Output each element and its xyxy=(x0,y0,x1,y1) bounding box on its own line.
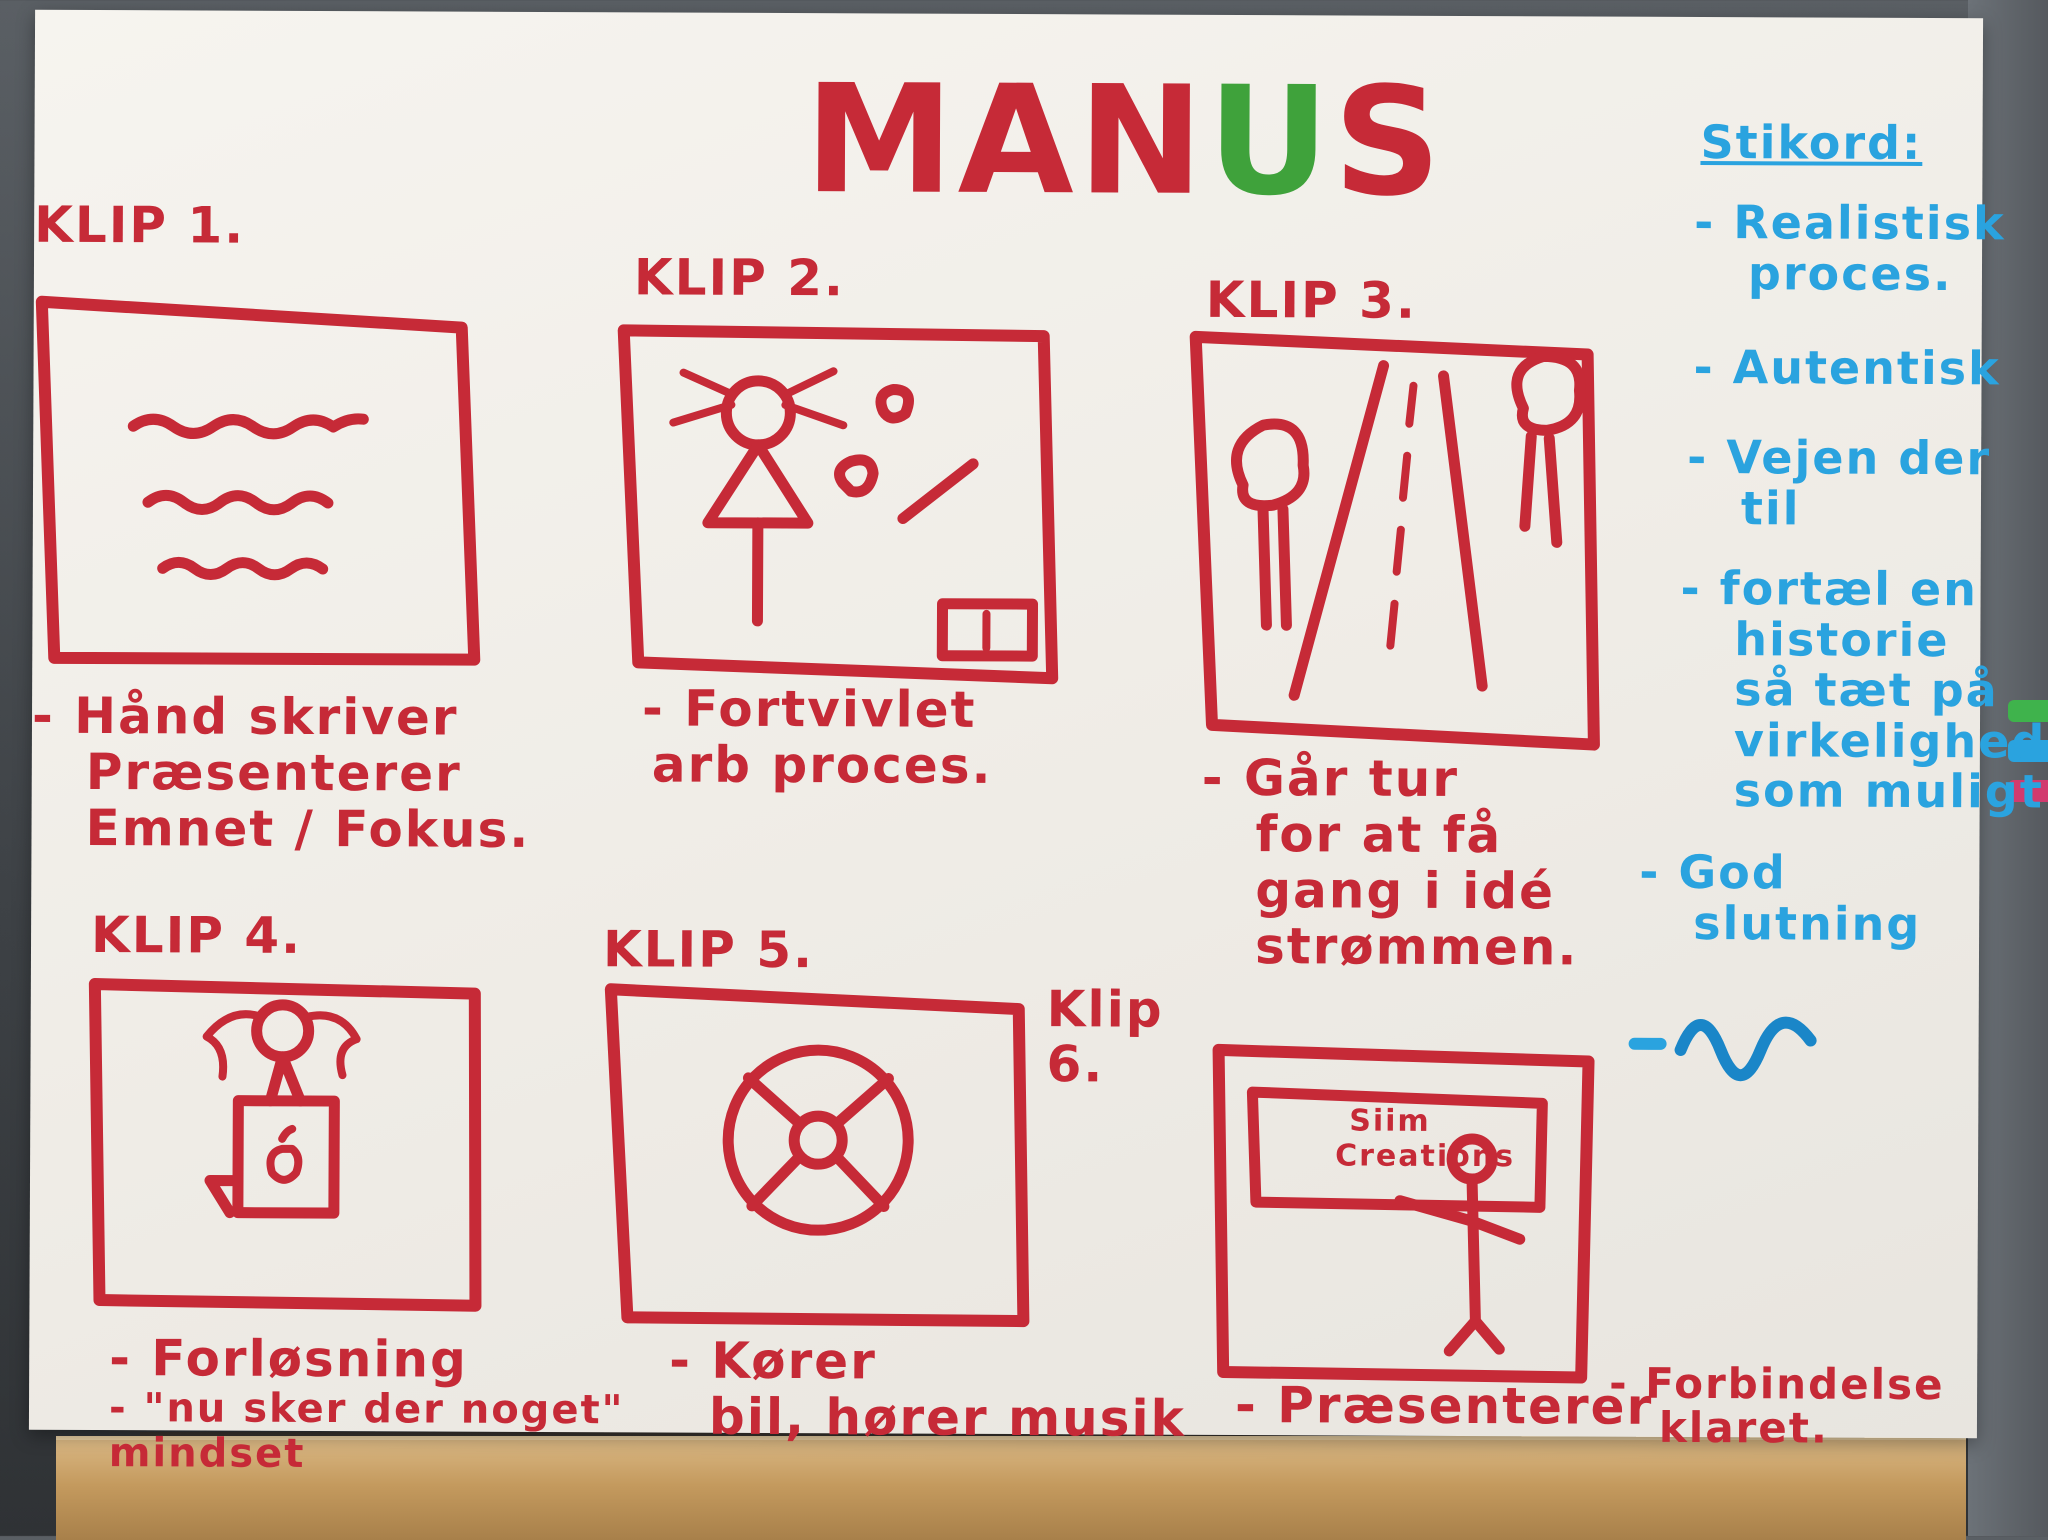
label-line: 6. xyxy=(1046,1035,1105,1094)
note-line: - Vejen der xyxy=(1687,429,1992,486)
apple-logo-icon xyxy=(266,1124,303,1184)
note-line: slutning xyxy=(1693,895,1922,951)
clip-6-caption: - Præsenterer xyxy=(1234,1376,1654,1436)
clip-1-frame xyxy=(35,295,481,666)
caption-line: strømmen. xyxy=(1254,917,1579,977)
caption-line: bil, hører musik xyxy=(708,1387,1187,1448)
caption-line: for at få xyxy=(1255,805,1503,865)
clip-4-label: KLIP 4. xyxy=(90,906,303,965)
stikord-item-1: - Realistisk proces. xyxy=(1694,194,2006,301)
caption-line: arb proces. xyxy=(651,735,993,795)
caption-line: gang i idé xyxy=(1255,861,1556,921)
note-line: proces. xyxy=(1747,245,1953,301)
stikord-item-3: - Vejen der til xyxy=(1687,429,1992,536)
clip-6-label: Klip 6. xyxy=(1046,980,1164,1094)
caption-line: klaret. xyxy=(1658,1402,1829,1453)
caption-line: - Fortvivlet xyxy=(641,679,977,739)
clip-2-caption: - Fortvivlet arb proces. xyxy=(641,679,993,795)
clip-6-frame xyxy=(1212,1043,1595,1384)
page-title: MANUS xyxy=(804,53,1446,230)
clip-4-caption: - Forløsning - "nu sker der noget" minds… xyxy=(108,1329,625,1478)
board-text: Siim Creations xyxy=(1335,1104,1515,1174)
tree-icon xyxy=(1511,350,1586,548)
extra-note: - Forbindelse klaret. xyxy=(1609,1358,1945,1453)
clip-3-frame xyxy=(1189,330,1600,751)
note-line: - Autentisk xyxy=(1693,339,2001,396)
caption-line: - Forløsning xyxy=(109,1329,469,1389)
title-highlight: U xyxy=(1207,54,1334,230)
caption-line: - Hånd skriver xyxy=(31,686,459,747)
clip-1-label: KLIP 1. xyxy=(34,195,246,255)
clip-3-caption: - Går tur for at få gang i idé strømmen. xyxy=(1201,748,1579,977)
money-icon xyxy=(834,384,1039,662)
person-with-laptop-icon xyxy=(202,999,361,1219)
stressed-person-icon xyxy=(669,367,848,627)
storyboard-paper: MANUS KLIP 1. - Hånd skriver Præsenterer… xyxy=(28,9,2046,1477)
note-line: virkelighed xyxy=(1733,712,2047,769)
caption-line: - Præsenterer xyxy=(1234,1376,1654,1436)
note-line: til xyxy=(1740,480,1801,536)
caption-line: - Forbindelse xyxy=(1609,1358,1945,1410)
title-main: MAN xyxy=(804,53,1208,229)
steering-wheel-icon xyxy=(722,1044,914,1236)
caption-line: - Kører xyxy=(669,1331,877,1391)
clip-5-frame xyxy=(604,983,1030,1328)
stikord-item-5: - God slutning xyxy=(1639,844,1922,951)
title-end: S xyxy=(1332,55,1446,230)
squiggle-icon xyxy=(1628,1016,1817,1082)
note-line: som muligt xyxy=(1733,763,2044,819)
board-text-line: Creations xyxy=(1335,1137,1516,1174)
writing-line-icon xyxy=(157,556,329,581)
clip-2-label: KLIP 2. xyxy=(633,248,846,308)
note-line: - Realistisk xyxy=(1694,194,2006,251)
note-line: - God xyxy=(1639,844,1787,900)
writing-line-icon xyxy=(127,413,369,440)
note-line: - fortæl en xyxy=(1680,560,1979,617)
caption-line: mindset xyxy=(108,1429,306,1477)
road-icon xyxy=(1288,360,1488,701)
clip-1-caption: - Hånd skriver Præsenterer Emnet / Fokus… xyxy=(31,686,531,859)
clip-2-frame xyxy=(617,324,1059,685)
clip-5-label: KLIP 5. xyxy=(602,920,815,980)
clip-3-label: KLIP 3. xyxy=(1205,270,1418,330)
caption-line: - Går tur xyxy=(1201,748,1460,808)
note-line: så tæt på xyxy=(1734,662,1999,718)
clip-4-frame xyxy=(88,978,482,1312)
note-line: historie xyxy=(1734,611,1950,667)
stikord-item-2: - Autentisk xyxy=(1693,339,2001,396)
caption-line: Emnet / Fokus. xyxy=(85,798,531,859)
caption-line: Præsenterer xyxy=(85,742,462,803)
board-text-line: Siim xyxy=(1349,1103,1431,1139)
writing-line-icon xyxy=(142,489,334,516)
clip-5-caption: - Kører bil, hører musik xyxy=(669,1331,1187,1448)
label-line: Klip xyxy=(1046,980,1164,1039)
stikord-item-4: - fortæl en historie så tæt på virkeligh… xyxy=(1680,560,2047,819)
tree-icon xyxy=(1231,418,1310,631)
stikord-heading: Stikord: xyxy=(1700,115,1923,170)
caption-line: - "nu sker der noget" xyxy=(108,1385,625,1434)
